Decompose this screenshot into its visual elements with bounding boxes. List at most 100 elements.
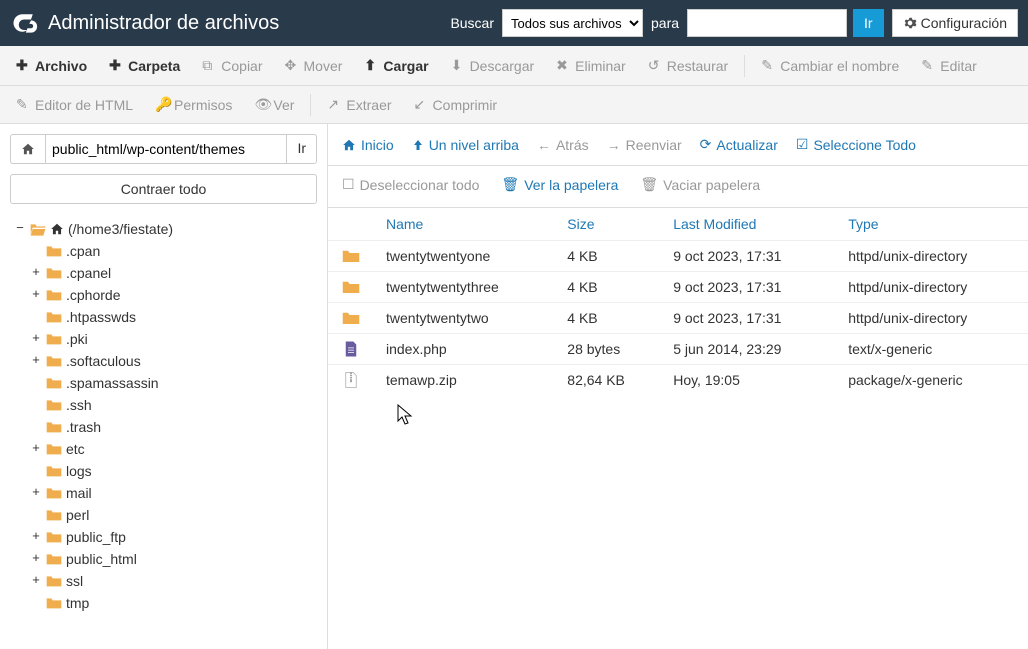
cell-size: 82,64 KB (557, 365, 663, 396)
file-doc-icon (342, 340, 360, 358)
cell-lastmod: 9 oct 2023, 17:31 (663, 241, 838, 272)
th-type[interactable]: Type (838, 208, 1028, 241)
tree-item[interactable]: .htpasswds (30, 306, 317, 328)
refresh-button[interactable]: ⟳Actualizar (698, 132, 780, 157)
permissions-button[interactable]: 🔑Permisos (145, 90, 242, 119)
collapse-all-button[interactable]: Contraer todo (10, 174, 317, 204)
nav-forward-button[interactable]: →Reenviar (605, 133, 684, 157)
folder-tree: − (/home3/fiestate) .cpan+.cpanel+.cphor… (0, 214, 327, 649)
th-name[interactable]: Name (376, 208, 557, 241)
table-row[interactable]: twentytwentythree4 KB9 oct 2023, 17:31ht… (328, 272, 1028, 303)
expand-icon[interactable]: + (30, 482, 42, 504)
cell-type: httpd/unix-directory (838, 241, 1028, 272)
cell-type: httpd/unix-directory (838, 272, 1028, 303)
new-file-button[interactable]: ✚Archivo (6, 51, 97, 80)
nav-home-button[interactable]: Inicio (340, 133, 396, 157)
tree-root[interactable]: − (/home3/fiestate) (14, 218, 317, 240)
search-scope-select[interactable]: Todos sus archivos (502, 9, 643, 37)
table-row[interactable]: twentytwentyone4 KB9 oct 2023, 17:31http… (328, 241, 1028, 272)
expand-icon[interactable]: + (30, 350, 42, 372)
tree-item[interactable]: +.cphorde (30, 284, 317, 306)
table-row[interactable]: temawp.zip82,64 KBHoy, 19:05package/x-ge… (328, 365, 1028, 396)
rename-button[interactable]: ✎Cambiar el nombre (751, 51, 909, 80)
new-folder-button[interactable]: ✚Carpeta (99, 51, 190, 80)
th-icon[interactable] (328, 208, 376, 241)
tree-item[interactable]: tmp (30, 592, 317, 614)
html-editor-button[interactable]: ✎Editor de HTML (6, 90, 143, 119)
tree-item[interactable]: +.pki (30, 328, 317, 350)
tree-item[interactable]: .spamassassin (30, 372, 317, 394)
table-row[interactable]: twentytwentytwo4 KB9 oct 2023, 17:31http… (328, 303, 1028, 334)
view-trash-button[interactable]: 🗑Ver la papelera (499, 172, 620, 197)
table-row[interactable]: index.php28 bytes5 jun 2014, 23:29text/x… (328, 334, 1028, 365)
collapse-icon[interactable]: − (14, 218, 26, 240)
download-button[interactable]: ⬇Descargar (441, 51, 545, 80)
tree-item[interactable]: .ssh (30, 394, 317, 416)
th-size[interactable]: Size (557, 208, 663, 241)
forward-icon: → (607, 137, 621, 153)
empty-trash-button[interactable]: 🗑Vaciar papelera (638, 172, 762, 197)
tree-item[interactable]: +etc (30, 438, 317, 460)
expand-icon[interactable]: + (30, 328, 42, 350)
nav-up-button[interactable]: Un nivel arriba (410, 133, 521, 157)
tree-item-label: .softaculous (66, 350, 141, 372)
tree-item[interactable]: .trash (30, 416, 317, 438)
tree-item-label: .cpan (66, 240, 100, 262)
search-input[interactable] (687, 9, 847, 37)
tree-item[interactable]: .cpan (30, 240, 317, 262)
tree-item-label: public_ftp (66, 526, 126, 548)
tree-item[interactable]: + .softaculous (30, 350, 317, 372)
select-all-button[interactable]: ☑Seleccione Todo (794, 132, 918, 157)
plus-icon: ✚ (109, 57, 123, 74)
restore-button[interactable]: ↺Restaurar (638, 51, 738, 80)
tree-item-label: .ssh (66, 394, 92, 416)
folder-icon (46, 596, 62, 610)
file-nav-bar-2: ☐Deseleccionar todo 🗑Ver la papelera 🗑Va… (328, 166, 1028, 208)
eye-icon: 👁 (254, 96, 268, 113)
copy-button[interactable]: ⧉Copiar (192, 51, 272, 80)
expand-icon[interactable]: + (30, 570, 42, 592)
compress-button[interactable]: ↙Comprimir (404, 90, 508, 119)
expand-icon[interactable]: + (30, 262, 42, 284)
tree-item[interactable]: +ssl (30, 570, 317, 592)
nav-back-button[interactable]: ←Atrás (535, 133, 591, 157)
folder-icon (46, 552, 62, 566)
move-button[interactable]: ✥Mover (275, 51, 353, 80)
tree-item[interactable]: + mail (30, 482, 317, 504)
view-button[interactable]: 👁Ver (244, 90, 304, 119)
th-lastmod[interactable]: Last Modified (663, 208, 838, 241)
edit-button[interactable]: ✎Editar (911, 51, 987, 80)
tree-item-label: mail (66, 482, 92, 504)
expand-icon[interactable]: + (30, 526, 42, 548)
upload-button[interactable]: ⬆Cargar (354, 51, 438, 80)
folder-icon (46, 332, 62, 346)
cell-size: 28 bytes (557, 334, 663, 365)
folder-icon (46, 266, 62, 280)
expand-icon[interactable]: + (30, 438, 42, 460)
check-icon: ☑ (796, 136, 809, 153)
deselect-all-button[interactable]: ☐Deseleccionar todo (340, 172, 481, 197)
tree-item[interactable]: + public_ftp (30, 526, 317, 548)
tree-item[interactable]: +.cpanel (30, 262, 317, 284)
tree-item[interactable]: +public_html (30, 548, 317, 570)
trash-icon: 🗑 (640, 176, 658, 193)
tree-item[interactable]: perl (30, 504, 317, 526)
home-button[interactable] (10, 134, 45, 164)
cell-lastmod: 9 oct 2023, 17:31 (663, 272, 838, 303)
expand-icon[interactable]: + (30, 548, 42, 570)
folder-icon (46, 288, 62, 302)
tree-item-label: logs (66, 460, 92, 482)
path-input[interactable] (45, 134, 287, 164)
folder-icon (46, 310, 62, 324)
path-go-button[interactable]: Ir (287, 134, 317, 164)
expand-icon[interactable]: + (30, 284, 42, 306)
extract-button[interactable]: ↗Extraer (317, 90, 401, 119)
cell-size: 4 KB (557, 272, 663, 303)
settings-button[interactable]: Configuración (892, 9, 1018, 37)
tree-root-label: (/home3/fiestate) (68, 218, 173, 240)
home-icon (342, 138, 356, 152)
tree-item[interactable]: logs (30, 460, 317, 482)
search-go-button[interactable]: Ir (853, 9, 884, 37)
delete-button[interactable]: ✖Eliminar (546, 51, 636, 80)
folder-icon (46, 354, 62, 368)
